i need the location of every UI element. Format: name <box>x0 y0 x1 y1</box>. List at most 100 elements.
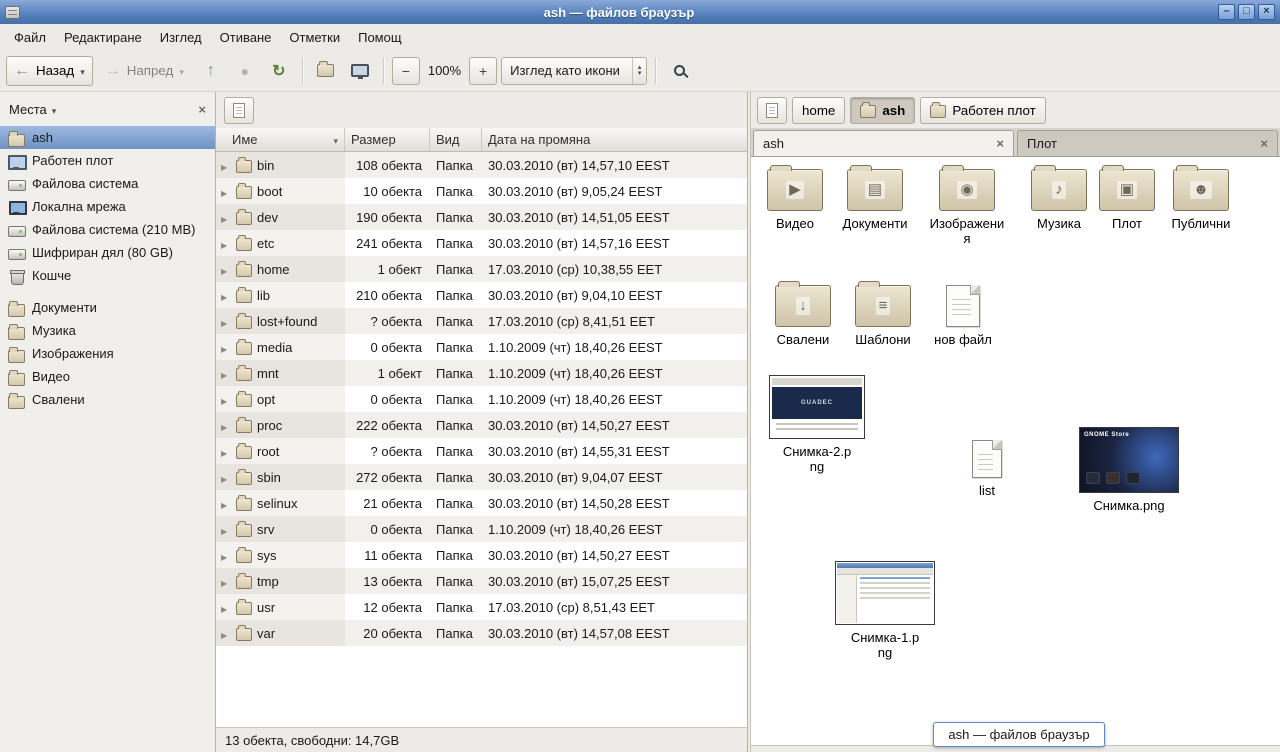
file-row[interactable]: lib 210 обекта Папка 30.03.2010 (вт) 9,0… <box>216 282 747 308</box>
expander-icon[interactable] <box>221 496 231 511</box>
expander-icon[interactable] <box>221 288 231 303</box>
up-button[interactable] <box>196 56 226 86</box>
path-root-button[interactable] <box>757 97 787 124</box>
sidebar-item[interactable]: Документи <box>0 296 215 319</box>
path-button-ash[interactable]: ash <box>850 97 915 124</box>
path-button-home[interactable]: home <box>792 97 845 124</box>
sidebar-item[interactable]: Свалени <box>0 388 215 411</box>
file-row[interactable]: lost+found ? обекта Папка 17.03.2010 (ср… <box>216 308 747 334</box>
zoom-out-button[interactable] <box>392 57 420 85</box>
minimize-button[interactable] <box>1218 4 1235 20</box>
file-row[interactable]: sbin 272 обекта Папка 30.03.2010 (вт) 9,… <box>216 464 747 490</box>
tab-ash[interactable]: ash <box>753 130 1014 156</box>
file-row[interactable]: sys 11 обекта Папка 30.03.2010 (вт) 14,5… <box>216 542 747 568</box>
icon-item-list[interactable]: list <box>957 440 1017 498</box>
sidebar-close-button[interactable] <box>198 102 206 117</box>
icon-item-snimka-2[interactable]: GUADEC Снимка-2.png <box>767 375 867 474</box>
icon-item-documents[interactable]: Документи <box>835 169 915 231</box>
file-row[interactable]: var 20 обекта Папка 30.03.2010 (вт) 14,5… <box>216 620 747 646</box>
sidebar-item[interactable]: Локална мрежа <box>0 195 215 218</box>
file-row[interactable]: bin 108 обекта Папка 30.03.2010 (вт) 14,… <box>216 152 747 178</box>
sidebar-item[interactable]: Работен плот <box>0 149 215 172</box>
file-row[interactable]: tmp 13 обекта Папка 30.03.2010 (вт) 15,0… <box>216 568 747 594</box>
sidebar-item[interactable]: Шифриран дял (80 GB) <box>0 241 215 264</box>
pane-location-button[interactable] <box>224 97 254 124</box>
close-button[interactable] <box>1258 4 1275 20</box>
path-button-desktop[interactable]: Работен плот <box>920 97 1045 124</box>
forward-button[interactable]: Напред <box>97 56 192 86</box>
tab-plot[interactable]: Плот <box>1017 130 1278 156</box>
sidebar-item[interactable]: Файлова система <box>0 172 215 195</box>
expander-icon[interactable] <box>221 574 231 589</box>
expander-icon[interactable] <box>221 236 231 251</box>
tab-close-icon[interactable] <box>1260 136 1268 151</box>
menu-item[interactable]: Изглед <box>151 26 211 49</box>
icon-item-music[interactable]: Музика <box>1023 169 1095 231</box>
home-button[interactable] <box>311 56 341 86</box>
file-row[interactable]: proc 222 обекта Папка 30.03.2010 (вт) 14… <box>216 412 747 438</box>
column-header-name[interactable]: Име <box>216 128 345 151</box>
zoom-in-button[interactable] <box>469 57 497 85</box>
file-row[interactable]: etc 241 обекта Папка 30.03.2010 (вт) 14,… <box>216 230 747 256</box>
icon-item-templates[interactable]: Шаблони <box>847 285 919 347</box>
window-icon[interactable] <box>5 6 20 19</box>
view-mode-select[interactable]: Изглед като икони <box>501 57 647 85</box>
sidebar-item[interactable]: ash <box>0 126 215 149</box>
file-row[interactable]: srv 0 обекта Папка 1.10.2009 (чт) 18,40,… <box>216 516 747 542</box>
expander-icon[interactable] <box>221 600 231 615</box>
expander-icon[interactable] <box>221 392 231 407</box>
expander-icon[interactable] <box>221 626 231 641</box>
expander-icon[interactable] <box>221 548 231 563</box>
stop-button[interactable] <box>230 56 260 86</box>
expander-icon[interactable] <box>221 158 231 173</box>
icon-item-public[interactable]: Публични <box>1163 169 1239 231</box>
icon-item-snimka[interactable]: GNOME Store Снимка.png <box>1077 427 1181 513</box>
menu-item[interactable]: Файл <box>5 26 55 49</box>
reload-button[interactable] <box>264 56 294 86</box>
file-row[interactable]: opt 0 обекта Папка 1.10.2009 (чт) 18,40,… <box>216 386 747 412</box>
sidebar-item[interactable]: Видео <box>0 365 215 388</box>
expander-icon[interactable] <box>221 366 231 381</box>
titlebar[interactable]: ash — файлов браузър <box>0 0 1280 24</box>
expander-icon[interactable] <box>221 262 231 277</box>
column-header-type[interactable]: Вид <box>430 128 482 151</box>
file-row[interactable]: usr 12 обекта Папка 17.03.2010 (ср) 8,51… <box>216 594 747 620</box>
expander-icon[interactable] <box>221 522 231 537</box>
sidebar-item[interactable]: Изображения <box>0 342 215 365</box>
sidebar-item[interactable]: Файлова система (210 MB) <box>0 218 215 241</box>
expander-icon[interactable] <box>221 418 231 433</box>
icon-view[interactable]: Видео Документи Изображения Музика Плот <box>751 157 1280 745</box>
icon-item-images[interactable]: Изображения <box>927 169 1007 246</box>
file-row[interactable]: dev 190 обекта Папка 30.03.2010 (вт) 14,… <box>216 204 747 230</box>
icon-item-downloads[interactable]: Свалени <box>767 285 839 347</box>
icon-item-new-file[interactable]: нов файл <box>931 285 995 347</box>
icon-item-video[interactable]: Видео <box>759 169 831 231</box>
menu-item[interactable]: Отметки <box>280 26 349 49</box>
search-button[interactable] <box>664 56 694 86</box>
back-button[interactable]: Назад <box>6 56 93 86</box>
file-row[interactable]: mnt 1 обект Папка 1.10.2009 (чт) 18,40,2… <box>216 360 747 386</box>
file-row[interactable]: selinux 21 обекта Папка 30.03.2010 (вт) … <box>216 490 747 516</box>
expander-icon[interactable] <box>221 444 231 459</box>
menu-item[interactable]: Отиване <box>211 26 281 49</box>
file-row[interactable]: media 0 обекта Папка 1.10.2009 (чт) 18,4… <box>216 334 747 360</box>
expander-icon[interactable] <box>221 184 231 199</box>
sidebar-item[interactable]: Музика <box>0 319 215 342</box>
expander-icon[interactable] <box>221 340 231 355</box>
file-row[interactable]: home 1 обект Папка 17.03.2010 (ср) 10,38… <box>216 256 747 282</box>
menu-item[interactable]: Помощ <box>349 26 410 49</box>
column-header-date[interactable]: Дата на промяна <box>482 128 747 151</box>
icon-item-desktop[interactable]: Плот <box>1095 169 1159 231</box>
file-row[interactable]: boot 10 обекта Папка 30.03.2010 (вт) 9,0… <box>216 178 747 204</box>
tab-close-icon[interactable] <box>996 136 1004 151</box>
computer-button[interactable] <box>345 56 375 86</box>
icon-item-snimka-1[interactable]: Снимка-1.png <box>833 561 937 660</box>
expander-icon[interactable] <box>221 210 231 225</box>
expander-icon[interactable] <box>221 314 231 329</box>
column-header-size[interactable]: Размер <box>345 128 430 151</box>
sidebar-item[interactable]: Кошче <box>0 264 215 287</box>
maximize-button[interactable] <box>1238 4 1255 20</box>
file-row[interactable]: root ? обекта Папка 30.03.2010 (вт) 14,5… <box>216 438 747 464</box>
menu-item[interactable]: Редактиране <box>55 26 151 49</box>
expander-icon[interactable] <box>221 470 231 485</box>
